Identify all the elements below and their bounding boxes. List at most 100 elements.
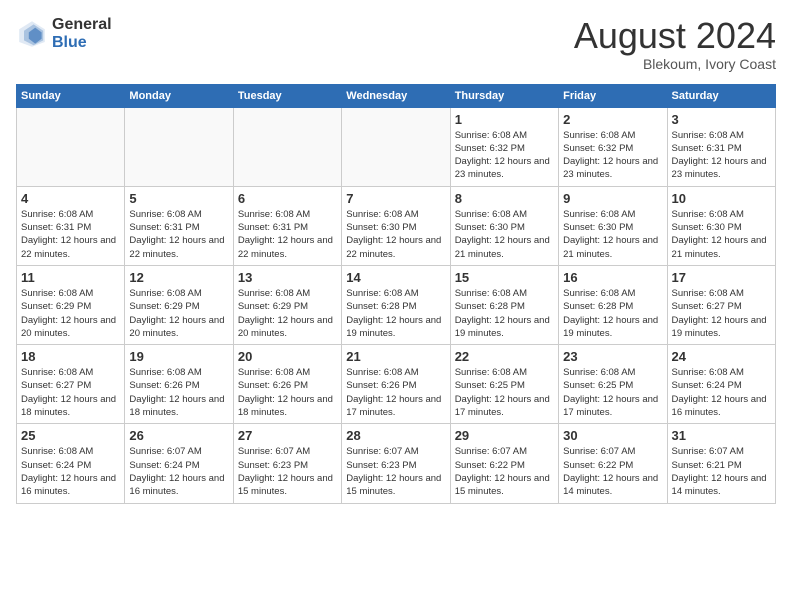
month-title: August 2024 [574, 16, 776, 56]
calendar-cell: 18 Sunrise: 6:08 AM Sunset: 6:27 PM Dayli… [17, 345, 125, 424]
day-info: Sunrise: 6:08 AM Sunset: 6:28 PM Dayligh… [346, 287, 445, 340]
calendar-cell: 25Sunrise: 6:08 AM Sunset: 6:24 PM Dayli… [17, 424, 125, 503]
week-row-1: 1 Sunrise: 6:08 AM Sunset: 6:32 PM Daylig… [17, 107, 776, 186]
day-info: Sunrise: 6:08 AM Sunset: 6:24 PM Dayligh… [672, 366, 771, 419]
page-header: General Blue August 2024 Blekoum, Ivory … [16, 16, 776, 72]
calendar-cell: 12 Sunrise: 6:08 AM Sunset: 6:29 PM Dayli… [125, 265, 233, 344]
weekday-header-monday: Monday [125, 84, 233, 107]
calendar-cell: 24 Sunrise: 6:08 AM Sunset: 6:24 PM Dayli… [667, 345, 775, 424]
calendar-cell: 1 Sunrise: 6:08 AM Sunset: 6:32 PM Daylig… [450, 107, 558, 186]
day-info: Sunrise: 6:08 AM Sunset: 6:26 PM Dayligh… [346, 366, 445, 419]
calendar-cell: 14 Sunrise: 6:08 AM Sunset: 6:28 PM Dayli… [342, 265, 450, 344]
day-number: 3 [672, 112, 771, 127]
logo-icon [16, 18, 48, 50]
calendar-cell: 11 Sunrise: 6:08 AM Sunset: 6:29 PM Dayli… [17, 265, 125, 344]
calendar-cell: 28Sunrise: 6:07 AM Sunset: 6:23 PM Dayli… [342, 424, 450, 503]
day-number: 13 [238, 270, 337, 285]
day-number: 15 [455, 270, 554, 285]
day-info: Sunrise: 6:08 AM Sunset: 6:29 PM Dayligh… [238, 287, 337, 340]
day-number: 1 [455, 112, 554, 127]
calendar-cell [125, 107, 233, 186]
calendar-cell: 26Sunrise: 6:07 AM Sunset: 6:24 PM Dayli… [125, 424, 233, 503]
day-number: 11 [21, 270, 120, 285]
calendar-cell: 9Sunrise: 6:08 AM Sunset: 6:30 PM Daylig… [559, 186, 667, 265]
day-info: Sunrise: 6:08 AM Sunset: 6:32 PM Dayligh… [563, 129, 662, 182]
title-block: August 2024 Blekoum, Ivory Coast [574, 16, 776, 72]
calendar-cell: 15 Sunrise: 6:08 AM Sunset: 6:28 PM Dayli… [450, 265, 558, 344]
day-info: Sunrise: 6:08 AM Sunset: 6:30 PM Dayligh… [455, 208, 554, 261]
calendar-cell: 20Sunrise: 6:08 AM Sunset: 6:26 PM Dayli… [233, 345, 341, 424]
day-number: 31 [672, 428, 771, 443]
logo-general: General [52, 16, 112, 34]
calendar-cell: 7 Sunrise: 6:08 AM Sunset: 6:30 PM Daylig… [342, 186, 450, 265]
day-number: 4 [21, 191, 120, 206]
day-number: 10 [672, 191, 771, 206]
day-info: Sunrise: 6:07 AM Sunset: 6:24 PM Dayligh… [129, 445, 228, 498]
calendar-table: SundayMondayTuesdayWednesdayThursdayFrid… [16, 84, 776, 504]
location: Blekoum, Ivory Coast [574, 56, 776, 72]
day-number: 30 [563, 428, 662, 443]
calendar-cell: 17 Sunrise: 6:08 AM Sunset: 6:27 PM Dayli… [667, 265, 775, 344]
weekday-header-wednesday: Wednesday [342, 84, 450, 107]
calendar-cell: 10 Sunrise: 6:08 AM Sunset: 6:30 PM Dayli… [667, 186, 775, 265]
day-info: Sunrise: 6:07 AM Sunset: 6:22 PM Dayligh… [455, 445, 554, 498]
calendar-cell: 22 Sunrise: 6:08 AM Sunset: 6:25 PM Dayli… [450, 345, 558, 424]
calendar-cell: 16Sunrise: 6:08 AM Sunset: 6:28 PM Dayli… [559, 265, 667, 344]
day-number: 24 [672, 349, 771, 364]
day-info: Sunrise: 6:08 AM Sunset: 6:25 PM Dayligh… [563, 366, 662, 419]
calendar-cell: 19Sunrise: 6:08 AM Sunset: 6:26 PM Dayli… [125, 345, 233, 424]
day-number: 27 [238, 428, 337, 443]
day-info: Sunrise: 6:08 AM Sunset: 6:26 PM Dayligh… [238, 366, 337, 419]
day-info: Sunrise: 6:08 AM Sunset: 6:30 PM Dayligh… [672, 208, 771, 261]
calendar-cell: 27 Sunrise: 6:07 AM Sunset: 6:23 PM Dayli… [233, 424, 341, 503]
day-info: Sunrise: 6:08 AM Sunset: 6:29 PM Dayligh… [21, 287, 120, 340]
day-number: 16 [563, 270, 662, 285]
day-number: 7 [346, 191, 445, 206]
day-info: Sunrise: 6:08 AM Sunset: 6:24 PM Dayligh… [21, 445, 120, 498]
weekday-header-thursday: Thursday [450, 84, 558, 107]
calendar-cell: 5Sunrise: 6:08 AM Sunset: 6:31 PM Daylig… [125, 186, 233, 265]
day-info: Sunrise: 6:08 AM Sunset: 6:27 PM Dayligh… [21, 366, 120, 419]
day-info: Sunrise: 6:08 AM Sunset: 6:32 PM Dayligh… [455, 129, 554, 182]
day-info: Sunrise: 6:08 AM Sunset: 6:30 PM Dayligh… [346, 208, 445, 261]
logo-text: General Blue [52, 16, 112, 51]
day-info: Sunrise: 6:08 AM Sunset: 6:28 PM Dayligh… [455, 287, 554, 340]
calendar-cell: 6Sunrise: 6:08 AM Sunset: 6:31 PM Daylig… [233, 186, 341, 265]
day-number: 17 [672, 270, 771, 285]
day-number: 23 [563, 349, 662, 364]
calendar-cell: 21 Sunrise: 6:08 AM Sunset: 6:26 PM Dayli… [342, 345, 450, 424]
day-number: 8 [455, 191, 554, 206]
day-number: 29 [455, 428, 554, 443]
day-number: 21 [346, 349, 445, 364]
calendar-cell: 2Sunrise: 6:08 AM Sunset: 6:32 PM Daylig… [559, 107, 667, 186]
day-info: Sunrise: 6:07 AM Sunset: 6:21 PM Dayligh… [672, 445, 771, 498]
day-info: Sunrise: 6:08 AM Sunset: 6:25 PM Dayligh… [455, 366, 554, 419]
calendar-cell: 13 Sunrise: 6:08 AM Sunset: 6:29 PM Dayli… [233, 265, 341, 344]
day-number: 19 [129, 349, 228, 364]
weekday-header-row: SundayMondayTuesdayWednesdayThursdayFrid… [17, 84, 776, 107]
calendar-cell: 8 Sunrise: 6:08 AM Sunset: 6:30 PM Daylig… [450, 186, 558, 265]
logo: General Blue [16, 16, 112, 51]
calendar-cell: 3Sunrise: 6:08 AM Sunset: 6:31 PM Daylig… [667, 107, 775, 186]
week-row-5: 25Sunrise: 6:08 AM Sunset: 6:24 PM Dayli… [17, 424, 776, 503]
day-info: Sunrise: 6:08 AM Sunset: 6:27 PM Dayligh… [672, 287, 771, 340]
calendar-cell: 30 Sunrise: 6:07 AM Sunset: 6:22 PM Dayli… [559, 424, 667, 503]
day-number: 18 [21, 349, 120, 364]
calendar-cell: 4 Sunrise: 6:08 AM Sunset: 6:31 PM Daylig… [17, 186, 125, 265]
week-row-3: 11 Sunrise: 6:08 AM Sunset: 6:29 PM Dayli… [17, 265, 776, 344]
day-number: 28 [346, 428, 445, 443]
calendar-cell: 23 Sunrise: 6:08 AM Sunset: 6:25 PM Dayli… [559, 345, 667, 424]
weekday-header-friday: Friday [559, 84, 667, 107]
day-number: 14 [346, 270, 445, 285]
day-info: Sunrise: 6:08 AM Sunset: 6:31 PM Dayligh… [21, 208, 120, 261]
day-number: 12 [129, 270, 228, 285]
day-number: 9 [563, 191, 662, 206]
weekday-header-saturday: Saturday [667, 84, 775, 107]
week-row-2: 4 Sunrise: 6:08 AM Sunset: 6:31 PM Daylig… [17, 186, 776, 265]
day-number: 22 [455, 349, 554, 364]
day-info: Sunrise: 6:07 AM Sunset: 6:23 PM Dayligh… [238, 445, 337, 498]
day-info: Sunrise: 6:08 AM Sunset: 6:29 PM Dayligh… [129, 287, 228, 340]
day-info: Sunrise: 6:07 AM Sunset: 6:22 PM Dayligh… [563, 445, 662, 498]
day-info: Sunrise: 6:08 AM Sunset: 6:31 PM Dayligh… [238, 208, 337, 261]
day-info: Sunrise: 6:08 AM Sunset: 6:31 PM Dayligh… [129, 208, 228, 261]
